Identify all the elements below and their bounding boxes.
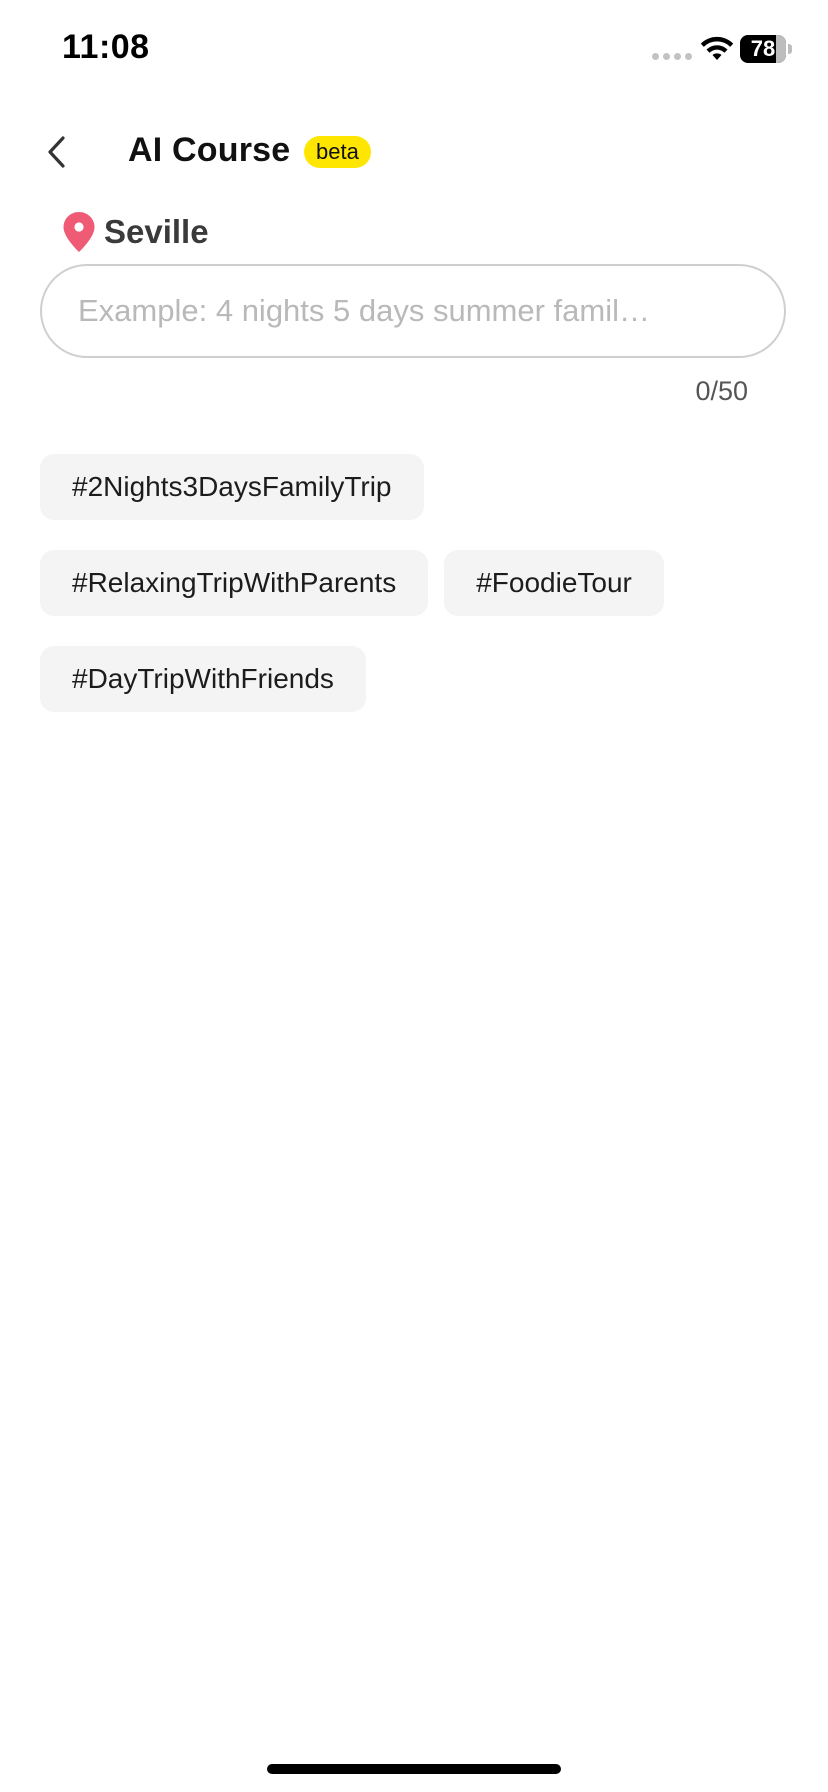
wifi-icon xyxy=(700,36,734,60)
tag-chip-relaxing-trip[interactable]: #RelaxingTripWithParents xyxy=(40,550,429,616)
location-label: Seville xyxy=(62,210,209,254)
tag-chip-foodie-tour[interactable]: #FoodieTour xyxy=(444,550,664,616)
tag-chip-day-trip[interactable]: #DayTripWithFriends xyxy=(40,646,366,712)
battery-icon: 78 xyxy=(740,35,792,63)
status-bar: 11:08 78 xyxy=(0,0,828,100)
course-request-input[interactable] xyxy=(40,264,786,358)
back-button[interactable] xyxy=(36,128,76,176)
tag-row: #DayTripWithFriends xyxy=(40,646,800,712)
beta-badge: beta xyxy=(304,136,371,168)
tag-suggestions: #2Nights3DaysFamilyTrip #RelaxingTripWit… xyxy=(40,454,800,742)
battery-level: 78 xyxy=(750,36,776,61)
location-name: Seville xyxy=(104,213,209,250)
home-indicator[interactable] xyxy=(267,1764,561,1774)
status-time: 11:08 xyxy=(62,28,150,66)
map-pin-icon xyxy=(63,212,95,252)
tag-row: #2Nights3DaysFamilyTrip xyxy=(40,454,800,520)
page-title: AI Course xyxy=(128,131,291,169)
tag-chip-family-trip[interactable]: #2Nights3DaysFamilyTrip xyxy=(40,454,424,520)
character-counter: 0/50 xyxy=(695,376,748,406)
chevron-left-icon xyxy=(48,136,65,168)
tag-row: #RelaxingTripWithParents #FoodieTour xyxy=(40,550,800,616)
cellular-signal-icon xyxy=(652,53,692,60)
